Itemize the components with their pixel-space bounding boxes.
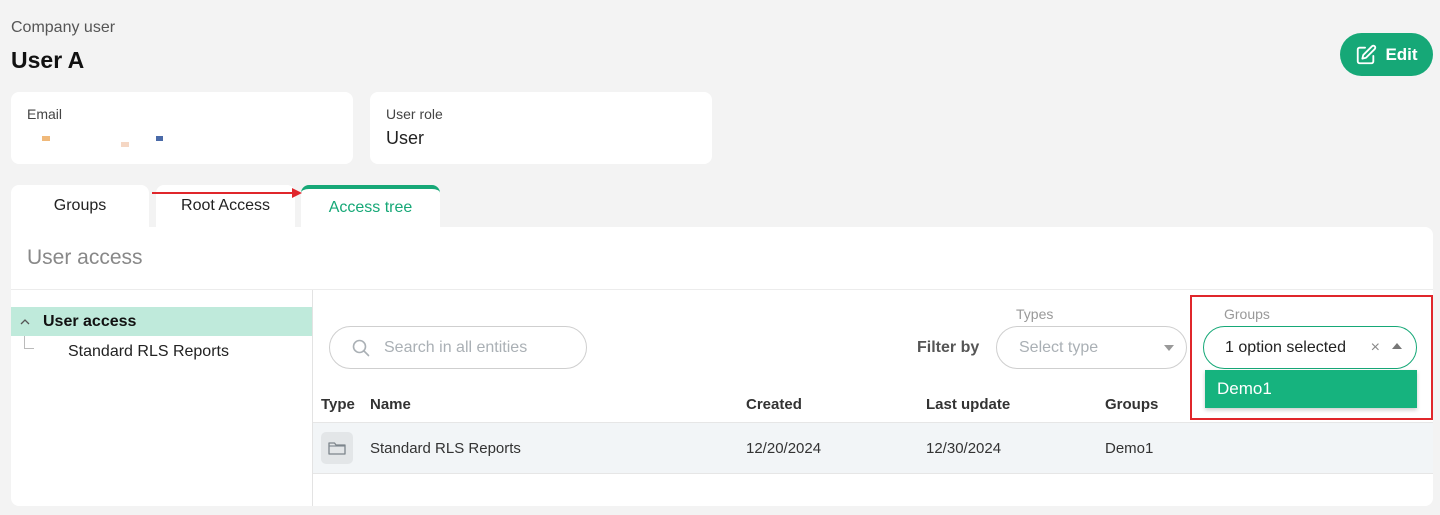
user-role-card: User role User bbox=[370, 92, 712, 164]
panel-divider bbox=[11, 289, 1433, 290]
redacted-mark bbox=[42, 136, 50, 141]
tree-item-standard-rls-reports[interactable]: Standard RLS Reports bbox=[68, 343, 229, 361]
search-field[interactable] bbox=[329, 326, 587, 369]
search-icon bbox=[352, 339, 370, 356]
tree-item-user-access[interactable]: User access bbox=[11, 307, 312, 336]
tab-access-tree[interactable]: Access tree bbox=[301, 185, 440, 227]
types-select[interactable]: Select type bbox=[996, 326, 1187, 369]
folder-icon bbox=[321, 432, 353, 464]
user-role-label: User role bbox=[386, 106, 443, 122]
panel-title: User access bbox=[27, 246, 143, 269]
row-created: 12/20/2024 bbox=[746, 440, 822, 457]
tab-groups[interactable]: Groups bbox=[11, 185, 149, 227]
column-header-groups[interactable]: Groups bbox=[1105, 396, 1158, 413]
user-access-panel: User access User access Standard RLS Rep… bbox=[11, 227, 1433, 506]
redacted-mark bbox=[121, 142, 129, 147]
row-last-update: 12/30/2024 bbox=[926, 440, 1002, 457]
user-role-value: User bbox=[386, 128, 425, 148]
redacted-mark bbox=[156, 136, 163, 141]
types-caption: Types bbox=[1016, 306, 1054, 322]
column-header-last-update[interactable]: Last update bbox=[926, 396, 1010, 413]
email-card: Email bbox=[11, 92, 353, 164]
breadcrumb: Company user bbox=[11, 19, 116, 36]
tree-root-label: User access bbox=[43, 312, 137, 330]
types-select-placeholder: Select type bbox=[1019, 338, 1099, 356]
column-header-type[interactable]: Type bbox=[321, 396, 355, 413]
row-name: Standard RLS Reports bbox=[370, 440, 521, 457]
table-row[interactable]: Standard RLS Reports 12/20/2024 12/30/20… bbox=[313, 422, 1433, 474]
chevron-down-icon bbox=[1164, 345, 1174, 351]
filter-label: Filter by bbox=[917, 339, 980, 356]
column-header-created[interactable]: Created bbox=[746, 396, 802, 413]
edit-button-label: Edit bbox=[1385, 44, 1418, 64]
edit-button[interactable]: Edit bbox=[1340, 33, 1433, 76]
email-label: Email bbox=[27, 106, 63, 122]
column-header-name[interactable]: Name bbox=[370, 396, 411, 413]
edit-icon bbox=[1357, 44, 1377, 64]
row-groups: Demo1 bbox=[1105, 440, 1154, 457]
annotation-arrow bbox=[152, 188, 302, 198]
search-input[interactable] bbox=[384, 338, 574, 357]
annotation-highlight-box bbox=[1190, 295, 1433, 420]
chevron-up-icon[interactable] bbox=[19, 316, 31, 328]
tree-connector bbox=[24, 336, 34, 349]
page-title: User A bbox=[11, 47, 85, 73]
